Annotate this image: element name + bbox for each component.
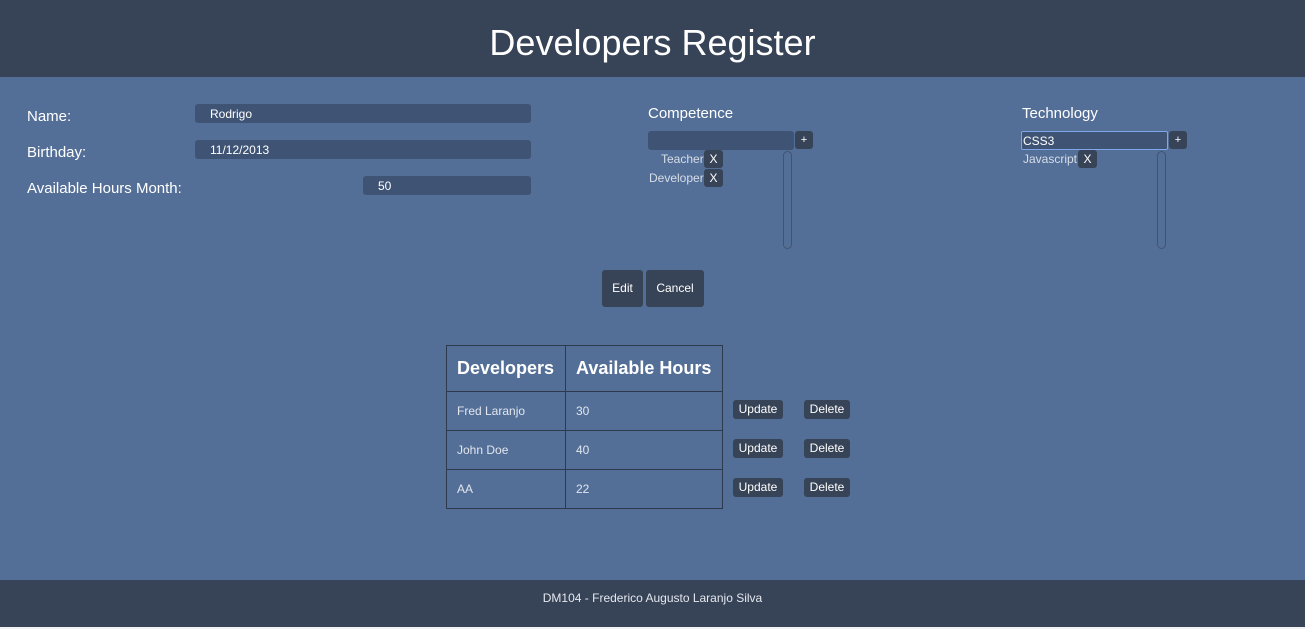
developer-hours-cell: 22 (565, 469, 723, 509)
developers-column-header: Developers (446, 345, 566, 392)
edit-button[interactable]: Edit (602, 270, 643, 307)
table-row: AA 22 (446, 469, 723, 509)
developer-name-cell: John Doe (446, 430, 566, 470)
name-label: Name: (27, 108, 72, 125)
remove-competence-button[interactable]: X (704, 169, 723, 187)
cancel-button[interactable]: Cancel (646, 270, 704, 307)
technology-title: Technology (1022, 105, 1098, 122)
competence-input[interactable] (648, 131, 794, 150)
developer-hours-cell: 40 (565, 430, 723, 470)
remove-technology-button[interactable]: X (1078, 150, 1097, 168)
competence-title: Competence (648, 105, 734, 122)
add-competence-button[interactable]: + (795, 131, 813, 149)
app-header: Developers Register (0, 0, 1305, 77)
delete-button[interactable]: Delete (804, 478, 850, 497)
developer-hours-cell: 30 (565, 391, 723, 431)
remove-competence-button[interactable]: X (704, 150, 723, 168)
delete-button[interactable]: Delete (804, 400, 850, 419)
developer-name-cell: AA (446, 469, 566, 509)
technology-item-label: Javascript (1023, 152, 1078, 166)
name-input[interactable] (195, 104, 531, 123)
app-footer: DM104 - Frederico Augusto Laranjo Silva (0, 580, 1305, 629)
add-technology-button[interactable]: + (1169, 131, 1187, 149)
technology-list-scrollbar[interactable] (1157, 151, 1166, 249)
developers-table: Developers Available Hours Fred Laranjo … (446, 345, 723, 509)
technology-input[interactable] (1021, 131, 1168, 150)
footer-text: DM104 - Frederico Augusto Laranjo Silva (542, 591, 763, 605)
update-button[interactable]: Update (733, 400, 783, 419)
table-row: John Doe 40 (446, 430, 723, 470)
competence-list-scrollbar[interactable] (783, 151, 792, 249)
delete-button[interactable]: Delete (804, 439, 850, 458)
page-title: Developers Register (489, 22, 816, 63)
app-root: Developers Register Name: Birthday: Avai… (0, 0, 1305, 629)
available-hours-label: Available Hours Month: (27, 180, 182, 197)
available-hours-column-header: Available Hours (565, 345, 723, 392)
table-header-row: Developers Available Hours (446, 345, 723, 392)
available-hours-input[interactable] (363, 176, 531, 195)
developer-name-cell: Fred Laranjo (446, 391, 566, 431)
table-row: Fred Laranjo 30 (446, 391, 723, 431)
update-button[interactable]: Update (733, 478, 783, 497)
birthday-input[interactable] (195, 140, 531, 159)
birthday-label: Birthday: (27, 144, 87, 161)
update-button[interactable]: Update (733, 439, 783, 458)
competence-item-label: Developer (649, 171, 704, 185)
competence-item-label: Teacher (661, 152, 704, 166)
